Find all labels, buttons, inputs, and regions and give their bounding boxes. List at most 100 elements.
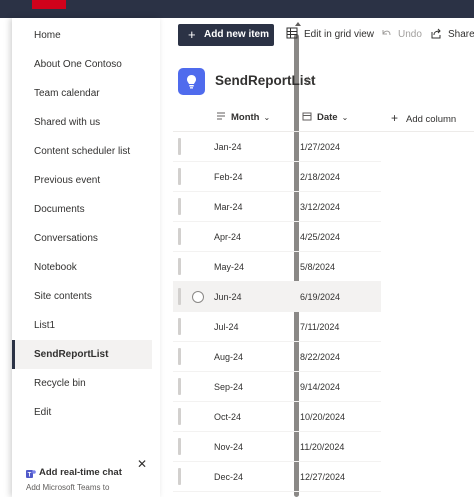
sidebar-item[interactable]: Site contents (12, 282, 152, 311)
svg-text:T: T (28, 473, 32, 479)
cell-month: May-24 (214, 262, 245, 272)
cell-date: 8/22/2024 (300, 352, 341, 362)
add-new-item-label: Add new item (204, 29, 270, 40)
row-drag-handle[interactable] (178, 408, 181, 425)
sidebar-item[interactable]: Edit (12, 398, 152, 427)
brand-logo[interactable] (32, 0, 66, 9)
cell-month: Apr-24 (214, 232, 242, 242)
cell-month: Oct-24 (214, 412, 242, 422)
undo-button[interactable]: Undo (380, 24, 422, 46)
sidebar-item[interactable]: Team calendar (12, 79, 152, 108)
sidebar-item[interactable]: Notebook (12, 253, 152, 282)
cell-date: 4/25/2024 (300, 232, 341, 242)
share-button[interactable]: Share (430, 24, 474, 46)
row-drag-handle[interactable] (178, 378, 181, 395)
column-header-date[interactable]: Date ⌄ (302, 104, 348, 132)
cell-month: Nov-24 (214, 442, 244, 452)
undo-label: Undo (398, 29, 422, 40)
undo-icon (382, 30, 391, 36)
add-column-button[interactable]: + Add column (391, 104, 456, 132)
sidebar-item[interactable]: Documents (12, 195, 152, 224)
cell-month: Feb-24 (214, 172, 243, 182)
sidebar-item[interactable]: Recycle bin (12, 369, 152, 398)
table-row[interactable]: May-24 5/8/2024 (173, 252, 381, 282)
cell-date: 7/11/2024 (300, 322, 340, 332)
close-icon[interactable]: ✕ (136, 458, 148, 470)
suite-bar (0, 0, 474, 18)
cell-month: Aug-24 (214, 352, 244, 362)
row-drag-handle[interactable] (178, 468, 181, 485)
table-row[interactable]: Feb-24 2/18/2024 (173, 162, 381, 192)
sidebar-item[interactable]: SendReportList (12, 340, 152, 369)
row-drag-handle[interactable] (178, 138, 181, 155)
table-row[interactable]: Oct-24 10/20/2024 (173, 402, 381, 432)
sidebar-item[interactable]: About One Contoso (12, 50, 152, 79)
add-new-item-button[interactable]: + Add new item (178, 24, 274, 46)
favorite-star-icon[interactable]: ☆ (303, 74, 314, 88)
lightbulb-icon (187, 75, 196, 89)
table-row[interactable]: Aug-24 8/22/2024 (173, 342, 381, 372)
sidebar-item[interactable]: Home (12, 21, 152, 50)
table-row[interactable]: Jan-24 1/27/2024 (173, 132, 381, 162)
cell-month: Jun-24 (214, 292, 242, 302)
table-row[interactable]: Jun-24 6/19/2024 (173, 282, 381, 312)
cell-date: 11/20/2024 (300, 442, 345, 452)
table-row[interactable]: Nov-24 11/20/2024 (173, 432, 381, 462)
text-column-icon (217, 112, 225, 120)
cell-month: Mar-24 (214, 202, 243, 212)
row-drag-handle[interactable] (178, 438, 181, 455)
share-icon (431, 28, 441, 39)
list-column-header: Month ⌄ Date ⌄ + Add column (173, 104, 474, 132)
table-row[interactable]: Dec-24 12/27/2024 (173, 462, 381, 492)
promo-subtitle: Add Microsoft Teams to (26, 483, 110, 492)
row-drag-handle[interactable] (178, 348, 181, 365)
plus-icon: + (391, 111, 399, 125)
cell-date: 2/18/2024 (300, 172, 341, 182)
grid-icon (286, 27, 298, 39)
sidebar-item[interactable]: Content scheduler list (12, 137, 152, 166)
row-select-checkbox[interactable] (192, 291, 204, 303)
add-column-label: Add column (406, 114, 457, 125)
column-month-label: Month (231, 112, 260, 123)
sidebar-item[interactable]: Conversations (12, 224, 152, 253)
cell-month: Sep-24 (214, 382, 244, 392)
cell-month: Jul-24 (214, 322, 239, 332)
plus-icon: + (188, 27, 196, 42)
cell-date: 12/27/2024 (300, 472, 346, 482)
promo-title: Add real-time chat (39, 467, 122, 478)
row-drag-handle[interactable] (178, 258, 181, 275)
cell-date: 6/19/2024 (300, 292, 341, 302)
table-row[interactable]: Mar-24 3/12/2024 (173, 192, 381, 222)
cell-date: 9/14/2024 (300, 382, 341, 392)
row-drag-handle[interactable] (178, 168, 181, 185)
cell-date: 3/12/2024 (300, 202, 341, 212)
cell-month: Jan-24 (214, 142, 242, 152)
edit-grid-view-button[interactable]: Edit in grid view (286, 24, 374, 46)
calendar-icon (302, 112, 312, 121)
cell-date: 5/8/2024 (300, 262, 336, 272)
table-row[interactable]: Sep-24 9/14/2024 (173, 372, 381, 402)
row-drag-handle[interactable] (178, 228, 181, 245)
cell-month: Dec-24 (214, 472, 244, 482)
table-row[interactable]: Jul-24 7/11/2024 (173, 312, 381, 342)
list-title: SendReportList (215, 73, 316, 88)
sidebar-item[interactable]: List1 (12, 311, 152, 340)
nav-scrollbar[interactable] (152, 18, 301, 497)
share-label: Share (448, 29, 474, 40)
sidebar-item[interactable]: Previous event (12, 166, 152, 195)
sidebar-item[interactable]: Shared with us (12, 108, 152, 137)
chevron-down-icon: ⌄ (341, 113, 349, 122)
row-drag-handle[interactable] (178, 288, 181, 305)
table-row[interactable]: Apr-24 4/25/2024 (173, 222, 381, 252)
list-rows: Jan-24 1/27/2024 Feb-24 2/18/2024 Mar-24 3/12… (173, 132, 381, 492)
teams-icon: T (26, 470, 36, 479)
column-date-label: Date (317, 112, 338, 123)
chevron-down-icon: ⌄ (263, 113, 271, 122)
teams-chat-promo[interactable]: T Add real-time chat Add Microsoft Teams… (12, 458, 152, 497)
cell-date: 1/27/2024 (300, 142, 341, 152)
edit-grid-view-label: Edit in grid view (304, 29, 375, 40)
list-icon (178, 68, 205, 95)
row-drag-handle[interactable] (178, 318, 181, 335)
row-drag-handle[interactable] (178, 198, 181, 215)
column-header-month[interactable]: Month ⌄ (216, 104, 270, 132)
